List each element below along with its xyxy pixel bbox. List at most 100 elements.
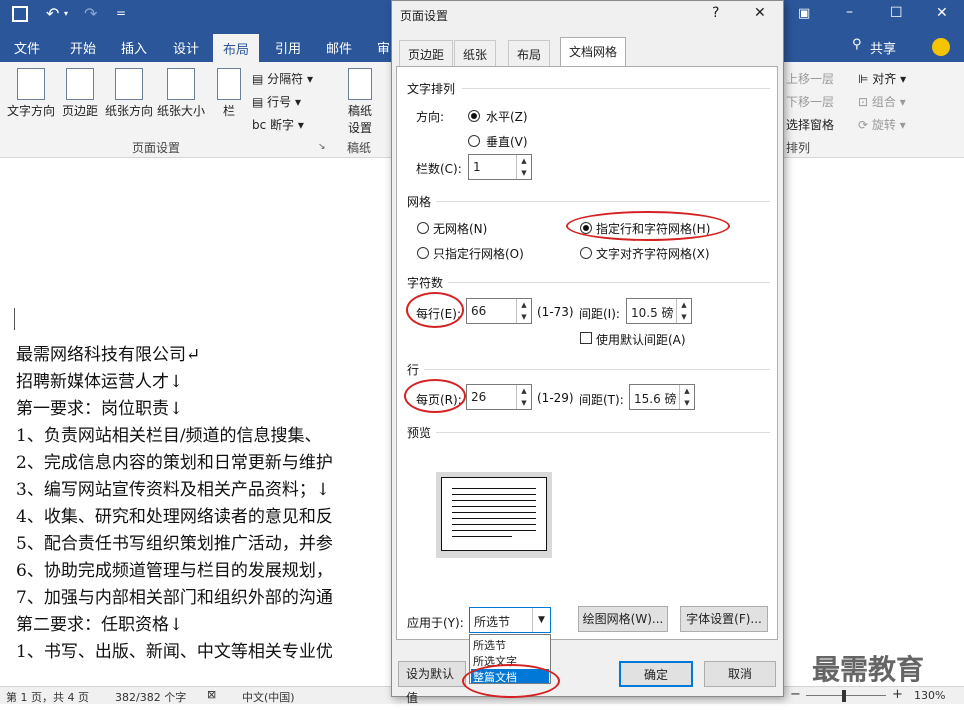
text-direction-button[interactable]: 文字方向 bbox=[6, 68, 56, 119]
use-default-pitch-checkbox[interactable] bbox=[580, 332, 592, 344]
tab-home[interactable]: 开始 bbox=[70, 38, 96, 57]
spin-up-icon[interactable]: ▲ bbox=[677, 299, 691, 311]
ok-button[interactable]: 确定 bbox=[619, 661, 693, 687]
hyphenation-button[interactable]: bc 断字 ▾ bbox=[252, 116, 304, 133]
breaks-button[interactable]: ▤ 分隔符 ▾ bbox=[252, 70, 313, 87]
close-button[interactable]: ✕ bbox=[936, 5, 948, 21]
chevron-down-icon[interactable]: ▼ bbox=[532, 608, 550, 632]
option-selected-section[interactable]: 所选节 bbox=[473, 637, 506, 653]
doc-line[interactable]: 1、书写、出版、新闻、中文等相关专业优 bbox=[16, 637, 333, 662]
doc-line[interactable]: 2、完成信息内容的策划和日常更新与维护 bbox=[16, 448, 333, 473]
dialog-close-button[interactable]: ✕ bbox=[754, 5, 766, 21]
save-icon[interactable] bbox=[12, 6, 28, 22]
columns-spinner[interactable]: 1 ▲ ▼ bbox=[468, 154, 532, 180]
zoom-slider-thumb[interactable] bbox=[842, 690, 846, 702]
dialog-tab-layout[interactable]: 布局 bbox=[508, 40, 551, 66]
zoom-level[interactable]: 130% bbox=[914, 689, 945, 702]
undo-icon[interactable]: ↶ bbox=[46, 4, 59, 23]
tab-design[interactable]: 设计 bbox=[173, 38, 199, 57]
spin-down-icon[interactable]: ▼ bbox=[677, 311, 691, 323]
bring-forward-button[interactable]: 上移一层 bbox=[786, 70, 834, 87]
tab-file[interactable]: 文件 bbox=[14, 38, 40, 57]
radio-text-snap-char[interactable] bbox=[580, 247, 592, 259]
doc-line[interactable]: 5、配合责任书写组织策划推广活动，并参 bbox=[16, 529, 333, 554]
use-default-pitch-label[interactable]: 使用默认间距(A) bbox=[596, 331, 686, 348]
tab-mailings[interactable]: 邮件 bbox=[326, 38, 352, 57]
preview-line bbox=[452, 494, 536, 495]
zoom-out-button[interactable]: − bbox=[790, 687, 801, 702]
preview-line bbox=[452, 512, 536, 513]
restore-button[interactable]: ☐ bbox=[890, 5, 903, 21]
line-pitch-spinner[interactable]: 15.6 磅 ▲ ▼ bbox=[629, 384, 695, 410]
size-button[interactable]: 纸张大小 bbox=[155, 68, 207, 119]
tab-insert[interactable]: 插入 bbox=[121, 38, 147, 57]
language-status[interactable]: 中文(中国) bbox=[242, 689, 295, 705]
line-pitch-label: 间距(T): bbox=[579, 393, 624, 407]
radio-no-grid[interactable] bbox=[417, 222, 429, 234]
char-pitch-spinner[interactable]: 10.5 磅 ▲ ▼ bbox=[626, 298, 692, 324]
page-count[interactable]: 第 1 页，共 4 页 bbox=[6, 689, 89, 705]
spin-down-icon[interactable]: ▼ bbox=[680, 397, 694, 409]
line-numbers-button[interactable]: ▤ 行号 ▾ bbox=[252, 93, 301, 110]
customize-quick-access[interactable]: = bbox=[116, 6, 126, 20]
doc-line[interactable]: 第一要求：岗位职责↓ bbox=[16, 394, 183, 419]
spin-down-icon[interactable]: ▼ bbox=[517, 311, 531, 323]
draw-grid-button[interactable]: 绘图网格(W)... bbox=[578, 606, 668, 632]
dialog-launcher-icon[interactable]: ↘ bbox=[318, 142, 326, 152]
font-settings-button[interactable]: 字体设置(F)... bbox=[680, 606, 768, 632]
zoom-slider[interactable] bbox=[806, 695, 886, 696]
doc-line[interactable]: 3、编写网站宣传资料及相关产品资料；↓ bbox=[16, 475, 330, 500]
smiley-icon[interactable] bbox=[932, 38, 950, 56]
rotate-button[interactable]: ⟳ 旋转 ▾ bbox=[858, 116, 906, 133]
dialog-tab-paper[interactable]: 纸张 bbox=[454, 40, 497, 66]
word-count[interactable]: 382/382 个字 bbox=[115, 689, 186, 705]
doc-line[interactable]: 7、加强与内部相关部门和组织外部的沟通 bbox=[16, 583, 333, 608]
margins-button[interactable]: 页边距 bbox=[58, 68, 102, 119]
spin-up-icon[interactable]: ▲ bbox=[517, 385, 531, 397]
group-button[interactable]: ⊡ 组合 ▾ bbox=[858, 93, 906, 110]
radio-line-grid-only[interactable] bbox=[417, 247, 429, 259]
spin-down-icon[interactable]: ▼ bbox=[517, 397, 531, 409]
spin-up-icon[interactable]: ▲ bbox=[680, 385, 694, 397]
horizontal-label[interactable]: 水平(Z) bbox=[486, 108, 528, 125]
send-backward-button[interactable]: 下移一层 bbox=[786, 93, 834, 110]
dialog-tab-margins[interactable]: 页边距 bbox=[399, 40, 454, 66]
help-button[interactable]: ? bbox=[712, 5, 719, 21]
apply-to-select[interactable]: 所选节 ▼ bbox=[469, 607, 551, 633]
text-snap-char-label[interactable]: 文字对齐字符网格(X) bbox=[596, 245, 710, 262]
no-grid-label[interactable]: 无网格(N) bbox=[433, 220, 487, 237]
chars-per-line-spinner[interactable]: 66 ▲ ▼ bbox=[466, 298, 532, 324]
tab-layout[interactable]: 布局 bbox=[213, 34, 260, 62]
zoom-in-button[interactable]: + bbox=[892, 687, 903, 702]
vertical-label[interactable]: 垂直(V) bbox=[486, 133, 528, 150]
radio-horizontal[interactable] bbox=[468, 110, 480, 122]
orientation-button[interactable]: 纸张方向 bbox=[102, 68, 156, 119]
tab-review[interactable]: 审 bbox=[377, 38, 390, 57]
line-grid-only-label[interactable]: 只指定行网格(O) bbox=[433, 245, 524, 262]
doc-line[interactable]: 6、协助完成频道管理与栏目的发展规划， bbox=[16, 556, 333, 581]
spin-down-icon[interactable]: ▼ bbox=[517, 167, 531, 179]
doc-line[interactable]: 最需网络科技有限公司↵ bbox=[16, 340, 200, 365]
doc-line[interactable]: 4、收集、研究和处理网络读者的意见和反 bbox=[16, 502, 333, 527]
doc-line[interactable]: 1、负责网站相关栏目/频道的信息搜集、 bbox=[16, 421, 322, 446]
tab-references[interactable]: 引用 bbox=[275, 38, 301, 57]
dialog-tab-document-grid[interactable]: 文档网格 bbox=[560, 37, 627, 67]
selection-pane-button[interactable]: 选择窗格 bbox=[786, 116, 834, 133]
spin-up-icon[interactable]: ▲ bbox=[517, 155, 531, 167]
columns-button[interactable]: 栏 bbox=[214, 68, 244, 119]
ribbon-display-options-icon[interactable]: ▣ bbox=[798, 6, 810, 21]
manuscript-settings-button[interactable]: 稿纸 设置 bbox=[342, 68, 378, 136]
spin-up-icon[interactable]: ▲ bbox=[517, 299, 531, 311]
share-button[interactable]: 共享 bbox=[870, 38, 896, 57]
cancel-button[interactable]: 取消 bbox=[704, 661, 776, 687]
radio-vertical[interactable] bbox=[468, 135, 480, 147]
doc-line[interactable]: 第二要求：任职资格↓ bbox=[16, 610, 183, 635]
doc-line[interactable]: 招聘新媒体运营人才↓ bbox=[16, 367, 183, 392]
minimize-button[interactable]: – bbox=[846, 4, 853, 20]
align-button[interactable]: ⊫ 对齐 ▾ bbox=[858, 70, 906, 87]
redo-icon[interactable]: ↷ bbox=[84, 4, 97, 23]
undo-dropdown-icon[interactable]: ▾ bbox=[64, 9, 68, 18]
set-default-button[interactable]: 设为默认值 bbox=[398, 661, 466, 705]
lines-per-page-spinner[interactable]: 26 ▲ ▼ bbox=[466, 384, 532, 410]
proofing-icon[interactable]: ⊠ bbox=[207, 688, 216, 701]
